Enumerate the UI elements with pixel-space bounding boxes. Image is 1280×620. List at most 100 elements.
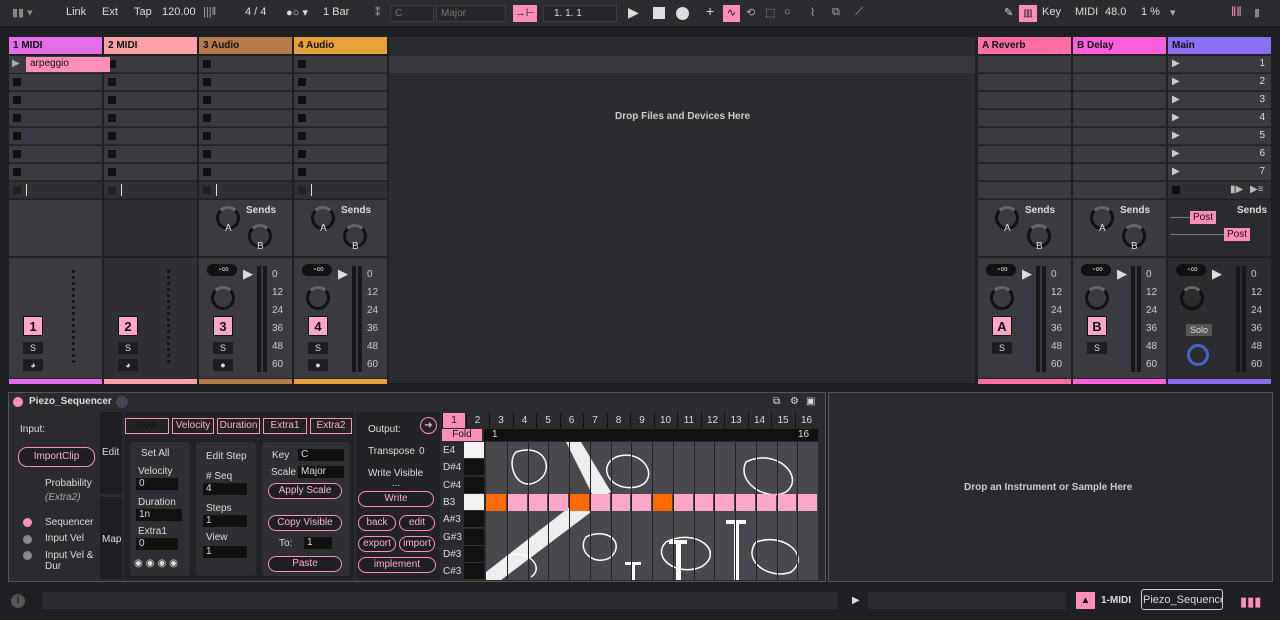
post-button[interactable]: Post [1190, 211, 1216, 224]
write-button[interactable]: Write [358, 491, 434, 507]
step-tab[interactable]: 15 [771, 413, 794, 428]
step-tab[interactable]: 2 [465, 413, 489, 428]
clip-slot[interactable] [978, 182, 1071, 199]
clip-slot[interactable] [9, 182, 102, 199]
note-cell[interactable] [735, 494, 755, 511]
clip-slot[interactable] [294, 74, 387, 91]
clip-arpeggio[interactable]: arpeggio [26, 57, 110, 72]
piano-key[interactable] [464, 511, 484, 529]
track-header-3[interactable]: 3 Audio [199, 37, 292, 54]
fader-arrow-icon[interactable]: ▶ [1022, 266, 1032, 282]
scene-slot[interactable]: ▶ 2 [1168, 74, 1271, 91]
time-signature[interactable]: 4 / 4 [245, 6, 266, 18]
tap-button[interactable]: Tap [134, 6, 152, 18]
arm-icon[interactable]: ◕ [118, 359, 138, 371]
transpose-value[interactable]: 0 [419, 446, 425, 457]
piano-key[interactable] [464, 493, 484, 511]
clip-slot[interactable] [104, 92, 197, 109]
stop-icon[interactable] [108, 168, 116, 176]
note-cell[interactable] [589, 494, 610, 511]
scene-launch-all-icon[interactable]: ▶≡ [1250, 184, 1264, 195]
velocity-field[interactable]: 0 [136, 478, 178, 490]
automation-arm-icon[interactable]: →⊢ [513, 5, 537, 22]
clip-slot[interactable] [104, 164, 197, 181]
step-tab[interactable]: 16 [794, 413, 818, 428]
clip-slot[interactable] [978, 56, 1071, 73]
clip-slot[interactable] [294, 110, 387, 127]
post-button[interactable]: Post [1224, 228, 1250, 241]
tab-duration[interactable]: Duration [217, 418, 260, 434]
clip-slot[interactable] [104, 110, 197, 127]
device-hotswap-icon[interactable]: ⧉ [773, 396, 780, 407]
stop-icon[interactable] [653, 7, 665, 19]
solo-button[interactable]: S [118, 342, 138, 354]
clip-slot[interactable] [978, 164, 1071, 181]
range-bar[interactable] [484, 429, 818, 441]
stop-icon[interactable] [298, 186, 306, 194]
import-clip-button[interactable]: ImportClip [18, 447, 95, 467]
tab-note[interactable]: Note [125, 418, 169, 434]
ext-button[interactable]: Ext [102, 6, 118, 18]
steps-field[interactable]: 1 [203, 515, 247, 527]
main-solo-button[interactable]: Solo [1186, 324, 1212, 336]
arm-icon[interactable]: ◕ [23, 359, 43, 371]
note-cell[interactable] [527, 494, 548, 511]
stop-icon[interactable] [203, 168, 211, 176]
clip-slot[interactable] [1073, 128, 1166, 145]
clip-play-icon[interactable]: ▶ [12, 58, 20, 69]
clip-slot[interactable] [294, 146, 387, 163]
step-tab[interactable]: 9 [630, 413, 653, 428]
stop-all-icon[interactable] [1172, 186, 1180, 194]
status-device-name[interactable]: Piezo_Sequence [1141, 589, 1223, 610]
stop-icon[interactable] [108, 114, 116, 122]
mode-radio[interactable] [23, 518, 32, 527]
step-tab[interactable]: 6 [559, 413, 583, 428]
stop-icon[interactable] [298, 150, 306, 158]
stop-icon[interactable] [203, 78, 211, 86]
clip-slot[interactable] [104, 128, 197, 145]
note-cell[interactable] [486, 494, 506, 511]
return-header-a[interactable]: A Reverb [978, 37, 1071, 54]
note-cell[interactable] [797, 494, 817, 511]
scene-launch-icon[interactable]: ▶ [1172, 148, 1180, 159]
clip-slot[interactable] [978, 92, 1071, 109]
piano-key[interactable] [464, 528, 484, 546]
solo-button[interactable]: S [992, 342, 1012, 354]
note-cell[interactable] [610, 494, 631, 511]
track-header-4[interactable]: 4 Audio [294, 37, 387, 54]
note-cell[interactable] [755, 494, 776, 511]
loop-icon[interactable]: ⟲ [746, 6, 755, 19]
back-button[interactable]: back [358, 515, 396, 531]
track-number-button[interactable]: 1 [23, 316, 43, 336]
device-edit-icon[interactable] [116, 396, 128, 408]
stop-icon[interactable] [13, 132, 21, 140]
scene-slot[interactable]: ▶ 3 [1168, 92, 1271, 109]
clip-slot[interactable] [978, 146, 1071, 163]
clip-slot[interactable] [199, 164, 292, 181]
view-select[interactable]: 1 [203, 546, 247, 558]
stop-icon[interactable] [298, 114, 306, 122]
overview-icon[interactable]: ▮ [1254, 6, 1260, 19]
clip-slot[interactable] [294, 164, 387, 181]
step-tab[interactable]: 4 [512, 413, 536, 428]
device-settings-icon[interactable]: ⚙ [790, 396, 799, 407]
scale-select[interactable]: Major [298, 466, 344, 478]
pan-knob[interactable] [306, 286, 330, 310]
scene-slot[interactable]: ▶ 6 [1168, 146, 1271, 163]
track-header-1[interactable]: 1 MIDI [9, 37, 102, 54]
keyboard-icon[interactable]: ▥ [1019, 5, 1037, 22]
stop-icon[interactable] [203, 186, 211, 194]
clip-slot[interactable] [1073, 164, 1166, 181]
volume-readout[interactable]: -∞ [207, 264, 237, 276]
stop-icon[interactable] [203, 150, 211, 158]
step-tab[interactable]: 5 [536, 413, 559, 428]
track-number-button[interactable]: 2 [118, 316, 138, 336]
clip-slot[interactable] [294, 182, 387, 199]
stop-icon[interactable] [13, 96, 21, 104]
fader-arrow-icon[interactable]: ▶ [1212, 266, 1222, 282]
clip-slot[interactable] [1073, 56, 1166, 73]
record-icon[interactable] [676, 7, 689, 20]
pan-knob[interactable] [1180, 286, 1204, 310]
note-cell[interactable] [693, 494, 714, 511]
session-record-icon[interactable]: ○ [784, 6, 791, 18]
